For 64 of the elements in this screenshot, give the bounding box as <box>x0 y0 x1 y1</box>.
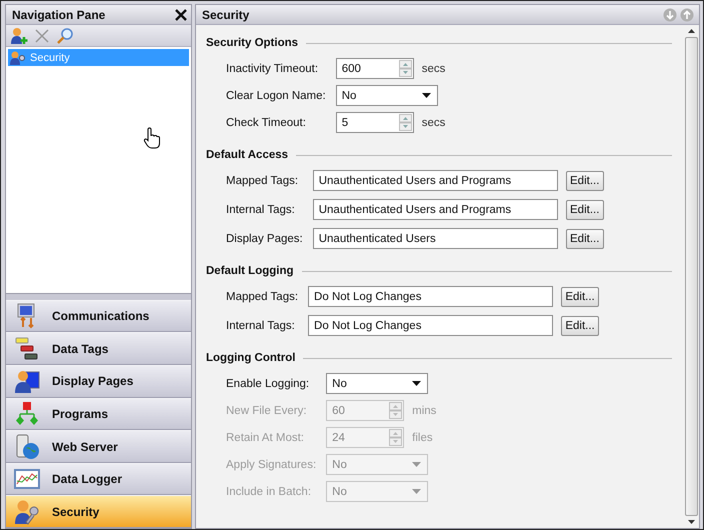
text-field[interactable]: Unauthenticated Users and Programs <box>312 199 558 220</box>
number-field[interactable]: 5 <box>336 112 414 133</box>
user-screen-icon <box>14 368 40 394</box>
user-key-icon <box>14 498 40 525</box>
edit-button[interactable]: Edit... <box>561 316 600 336</box>
section-title: Logging Control <box>206 352 296 364</box>
field-label: Enable Logging: <box>226 378 310 390</box>
caret-icon <box>422 92 431 98</box>
hand-cursor-icon <box>143 127 161 149</box>
flowchart-icon <box>14 400 40 427</box>
caret-icon <box>412 380 422 386</box>
dropdown[interactable]: No <box>336 85 438 106</box>
nav-button[interactable]: Display Pages <box>6 365 191 398</box>
edit-button[interactable]: Edit... <box>566 170 604 190</box>
section-title: Security Options <box>206 37 298 49</box>
number-field[interactable]: 600 <box>336 58 414 79</box>
close-icon[interactable] <box>175 8 187 20</box>
nav-button[interactable]: Data Logger <box>6 462 191 496</box>
server-globe-icon <box>14 434 40 460</box>
dropdown[interactable]: No <box>326 373 428 394</box>
section-title: Default Logging <box>206 265 294 277</box>
caret-icon <box>412 462 422 468</box>
field-label: Mapped Tags: <box>226 290 298 302</box>
caret-icon <box>412 488 422 494</box>
panel-title: Security <box>202 8 250 22</box>
unit-label: secs <box>422 62 446 74</box>
field-label: Mapped Tags: <box>226 174 300 186</box>
field-label: Display Pages: <box>226 232 303 244</box>
edit-button[interactable]: Edit... <box>561 286 600 306</box>
field-label: Retain At Most: <box>226 432 305 444</box>
field-label: Apply Signatures: <box>226 458 316 470</box>
field-label: Inactivity Timeout: <box>226 62 320 74</box>
text-field[interactable]: Unauthenticated Users and Programs <box>312 170 558 191</box>
spinner-arrows-icon[interactable] <box>398 60 412 77</box>
unit-label: secs <box>422 116 446 128</box>
tags-icon <box>14 336 40 362</box>
nav-button[interactable]: Programs <box>6 398 191 430</box>
nav-button[interactable]: Communications <box>6 300 191 332</box>
user-key-icon <box>10 50 26 64</box>
field-label: Internal Tags: <box>226 320 296 332</box>
field-label: Check Timeout: <box>226 116 307 128</box>
nav-button[interactable]: Web Server <box>6 430 191 463</box>
search-icon[interactable] <box>56 26 74 44</box>
navigation-arrows-icon[interactable] <box>663 8 695 22</box>
unit-label: files <box>412 432 433 444</box>
add-user-icon[interactable] <box>10 26 28 44</box>
nav-button[interactable]: Security <box>6 495 191 528</box>
spinner-arrows-icon[interactable] <box>398 114 412 131</box>
delete-icon[interactable] <box>33 26 51 44</box>
unit-label: mins <box>412 404 436 416</box>
edit-button[interactable]: Edit... <box>566 200 604 220</box>
section-title: Default Access <box>206 149 288 161</box>
scroll-down-icon[interactable] <box>688 520 695 524</box>
text-field[interactable]: Do Not Log Changes <box>308 286 554 307</box>
text-field[interactable]: Do Not Log Changes <box>308 315 554 336</box>
edit-button[interactable]: Edit... <box>566 228 604 248</box>
field-label: Clear Logon Name: <box>226 90 326 102</box>
pane-title: Navigation Pane <box>12 8 106 22</box>
field-label: Include in Batch: <box>226 486 312 498</box>
scroll-up-icon[interactable] <box>688 29 695 33</box>
field-label: New File Every: <box>226 404 308 416</box>
text-field[interactable]: Unauthenticated Users <box>312 228 558 249</box>
field-label: Internal Tags: <box>226 204 296 216</box>
nav-button[interactable]: Data Tags <box>6 332 191 366</box>
